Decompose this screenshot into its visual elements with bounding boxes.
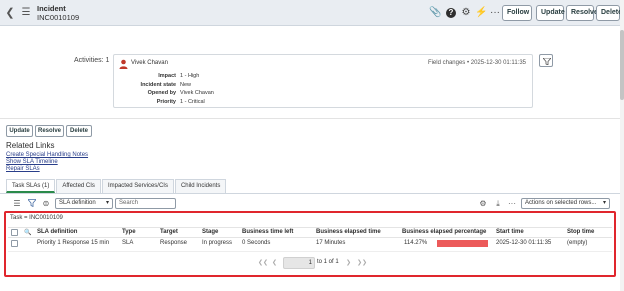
col-business-time-left[interactable]: Business time left <box>242 229 293 235</box>
tab-task-slas[interactable]: Task SLAs (1) <box>6 179 56 193</box>
record-number: INC0010109 <box>37 13 80 22</box>
paperclip-icon[interactable]: 📎 <box>429 7 441 19</box>
search-field-select-value: SLA definition <box>59 200 96 206</box>
field-value: 1 - Critical <box>180 98 205 105</box>
cell-stage: In progress <box>202 240 233 246</box>
record-type: Incident <box>37 4 66 13</box>
activities-label: Activities: 1 <box>74 57 110 64</box>
help-icon[interactable]: ? <box>446 8 456 18</box>
elapsed-percentage-bar <box>437 240 488 247</box>
col-stop-time[interactable]: Stop time <box>567 229 594 235</box>
cell-type: SLA <box>122 240 134 246</box>
row-divider <box>8 251 612 252</box>
cell-business-elapsed-time: 17 Minutes <box>316 240 346 246</box>
section-divider <box>0 118 620 119</box>
activity-meta: Field changes • 2025-12-30 01:11:35 <box>427 60 526 66</box>
cell-stop-time: (empty) <box>567 240 588 246</box>
link-create-special-handling-notes[interactable]: Create Special Handling Notes <box>6 152 88 158</box>
col-stage[interactable]: Stage <box>202 229 218 235</box>
related-links-title: Related Links <box>6 141 55 150</box>
activity-author: Vivek Chavan <box>131 60 168 66</box>
next-page-icon[interactable]: ❯ <box>346 259 351 266</box>
col-business-elapsed-percentage[interactable]: Business elapsed percentage <box>402 229 486 235</box>
settings-gear-icon[interactable]: ⚙ <box>478 199 488 209</box>
actions-select-value: Actions on selected rows... <box>525 200 597 206</box>
link-show-sla-timeline[interactable]: Show SLA Timeline <box>6 159 58 165</box>
activity-entry: Vivek Chavan Field changes • 2025-12-30 … <box>113 54 533 108</box>
col-sla-definition[interactable]: SLA definition <box>37 229 77 235</box>
user-avatar-icon <box>119 59 128 69</box>
activity-stream-icon[interactable]: ⚡ <box>475 7 487 19</box>
record-header: ❮ ☰ Incident INC0010109 📎 ? ⚙ ⚡ ··· Foll… <box>0 0 624 26</box>
cell-business-time-left: 0 Seconds <box>242 240 271 246</box>
pagination-info: to 1 of 1 <box>317 259 339 265</box>
tabs-divider <box>0 193 620 194</box>
form-update-button[interactable]: Update <box>6 125 33 137</box>
previous-page-icon[interactable]: ❮ <box>272 259 277 266</box>
funnel-glyph <box>27 199 37 208</box>
field-row: Opened by Vivek Chavan <box>132 89 214 98</box>
actions-on-selected-rows-select[interactable]: Actions on selected rows... ▾ <box>521 198 610 209</box>
scrollbar-thumb[interactable] <box>620 30 624 100</box>
col-start-time[interactable]: Start time <box>496 229 524 235</box>
first-page-icon[interactable]: ❮❮ <box>258 259 268 266</box>
update-button[interactable]: Update <box>536 5 565 21</box>
field-key: Impact <box>158 73 176 79</box>
list-menu-icon[interactable]: ☰ <box>12 199 22 209</box>
field-value: Vivek Chavan <box>180 90 214 96</box>
filter-icon[interactable] <box>27 199 37 209</box>
more-options-icon[interactable]: ··· <box>489 7 501 19</box>
cell-start-time: 2025-12-30 01:11:35 <box>496 240 552 246</box>
tab-affected-cis[interactable]: Affected CIs <box>56 179 101 193</box>
field-row: Incident state New <box>132 81 214 90</box>
field-value: 1 - High <box>180 73 200 79</box>
table-header: 🔍 SLA definition Type Target Stage Busin… <box>8 227 612 238</box>
field-key: Priority <box>156 98 176 105</box>
select-all-checkbox[interactable] <box>11 229 18 236</box>
col-business-elapsed-time[interactable]: Business elapsed time <box>316 229 381 235</box>
row-checkbox[interactable] <box>11 240 18 247</box>
field-value: New <box>180 81 192 88</box>
form-resolve-button[interactable]: Resolve <box>35 125 64 137</box>
cell-sla-definition[interactable]: Priority 1 Response 15 min <box>37 240 109 246</box>
back-arrow-icon[interactable]: ❮ <box>4 6 16 20</box>
page-number-input[interactable]: 1 <box>283 257 315 269</box>
sliders-icon[interactable]: ⚙ <box>460 7 472 19</box>
col-target[interactable]: Target <box>160 229 178 235</box>
col-type[interactable]: Type <box>122 229 136 235</box>
link-repair-slas[interactable]: Repair SLAs <box>6 166 40 172</box>
cell-target: Response <box>160 240 188 246</box>
field-key: Incident state <box>140 81 176 88</box>
resolve-button[interactable]: Resolve <box>566 5 598 21</box>
personalize-list-icon[interactable]: ⊜ <box>41 199 51 209</box>
last-page-icon[interactable]: ❯❯ <box>357 259 367 266</box>
more-options-icon[interactable]: ··· <box>507 199 517 209</box>
tab-child-incidents[interactable]: Child Incidents <box>174 179 227 193</box>
follow-button[interactable]: Follow <box>502 5 532 21</box>
funnel-icon <box>543 58 551 65</box>
tab-impacted-services[interactable]: Impacted Services/CIs <box>101 179 174 193</box>
list-breadcrumb[interactable]: Task = INC0010109 <box>10 215 63 221</box>
related-list-tabs: Task SLAs (1) Affected CIs Impacted Serv… <box>6 179 227 193</box>
download-icon[interactable]: ⤓ <box>493 199 503 209</box>
delete-button[interactable]: Delete <box>596 5 622 21</box>
search-field-select[interactable]: SLA definition ▾ <box>55 198 113 209</box>
activity-filter-button[interactable] <box>539 54 553 67</box>
chevron-down-icon: ▾ <box>105 200 109 206</box>
hamburger-menu-icon[interactable]: ☰ <box>20 6 32 20</box>
column-search-icon[interactable]: 🔍 <box>24 229 31 236</box>
cell-business-elapsed-percentage: 114.27% <box>404 240 428 246</box>
search-input[interactable]: Search <box>115 198 176 209</box>
chevron-down-icon: ▾ <box>602 200 606 206</box>
field-row: Impact 1 - High <box>132 72 214 81</box>
form-delete-button[interactable]: Delete <box>66 125 92 137</box>
field-row: Priority 1 - Critical <box>132 98 214 107</box>
field-key: Opened by <box>147 90 176 96</box>
activity-fields: Impact 1 - High Incident state New Opene… <box>132 72 214 106</box>
